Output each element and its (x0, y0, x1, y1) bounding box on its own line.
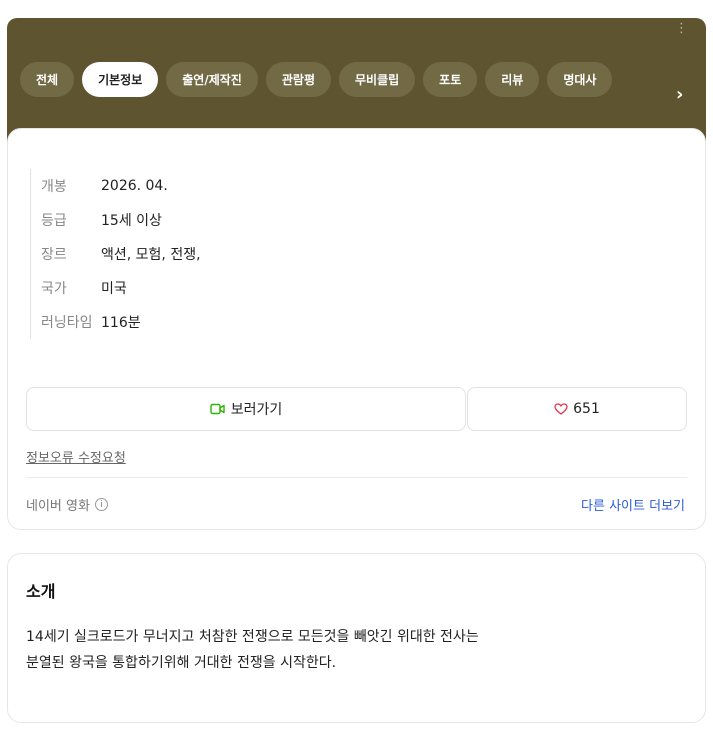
basic-info-card: 개봉 2026. 04. 등급 15세 이상 장르 액션, 모험, 전쟁, 국가… (7, 128, 706, 530)
chevron-right-icon[interactable]: › (676, 86, 683, 104)
info-label: 개봉 (41, 179, 67, 195)
tab-photos[interactable]: 포토 (423, 62, 478, 97)
info-circle-icon[interactable]: i (94, 498, 108, 511)
vertical-dots-icon[interactable]: ⋮ (675, 22, 688, 35)
intro-line: 분열된 왕국을 통합하기위해 거대한 전쟁을 시작한다. (26, 655, 337, 671)
info-value: 2026. 04. (101, 178, 168, 194)
info-row-country: 국가 미국 (41, 271, 341, 305)
info-label: 국가 (41, 281, 67, 297)
heart-icon (554, 403, 568, 415)
intro-title: 소개 (26, 582, 56, 601)
tab-all[interactable]: 전체 (20, 62, 75, 97)
info-label: 러닝타임 (41, 315, 93, 331)
tab-basic-info[interactable]: 기본정보 (82, 62, 159, 97)
intro-text: 14세기 실크로드가 무너지고 처참한 전쟁으로 모든것을 빼앗긴 위대한 전사… (26, 624, 686, 676)
intro-line: 14세기 실크로드가 무너지고 처참한 전쟁으로 모든것을 빼앗긴 위대한 전사… (26, 629, 479, 645)
info-list: 개봉 2026. 04. 등급 15세 이상 장르 액션, 모험, 전쟁, 국가… (30, 169, 341, 339)
like-button[interactable]: 651 (467, 387, 687, 431)
info-row-genre: 장르 액션, 모험, 전쟁, (41, 237, 341, 271)
source-text: 네이버 영화 (26, 499, 90, 514)
info-label: 장르 (41, 247, 67, 263)
info-row-release: 개봉 2026. 04. (41, 169, 341, 203)
watch-button[interactable]: 보러가기 (26, 387, 466, 431)
info-value: 미국 (101, 281, 127, 297)
info-row-runtime: 러닝타임 116분 (41, 305, 341, 339)
source-label: 네이버 영화 i (26, 495, 108, 514)
info-value: 15세 이상 (101, 213, 162, 229)
tab-movie-clips[interactable]: 무비클립 (338, 62, 416, 97)
tab-reviews[interactable]: 리뷰 (485, 62, 540, 97)
tab-reviews-audience[interactable]: 관람평 (265, 62, 331, 97)
watch-button-label: 보러가기 (230, 402, 283, 418)
intro-card: 소개 14세기 실크로드가 무너지고 처참한 전쟁으로 모든것을 빼앗긴 위대한… (7, 553, 706, 723)
info-row-rating: 등급 15세 이상 (41, 203, 341, 237)
report-error-link[interactable]: 정보오류 수정요청 (26, 447, 126, 466)
more-sites-link[interactable]: 다른 사이트 더보기 (581, 495, 685, 514)
like-count: 651 (573, 401, 600, 417)
video-camera-icon (210, 403, 225, 415)
tab-cast-crew[interactable]: 출연/제작진 (166, 62, 258, 97)
tab-bar: 전체 기본정보 출연/제작진 관람평 무비클립 포토 리뷰 명대사 (20, 62, 613, 97)
info-label: 등급 (41, 213, 67, 229)
divider (26, 477, 687, 478)
info-value: 116분 (101, 315, 141, 331)
tab-quotes[interactable]: 명대사 (547, 62, 613, 97)
info-value: 액션, 모험, 전쟁, (101, 247, 201, 263)
